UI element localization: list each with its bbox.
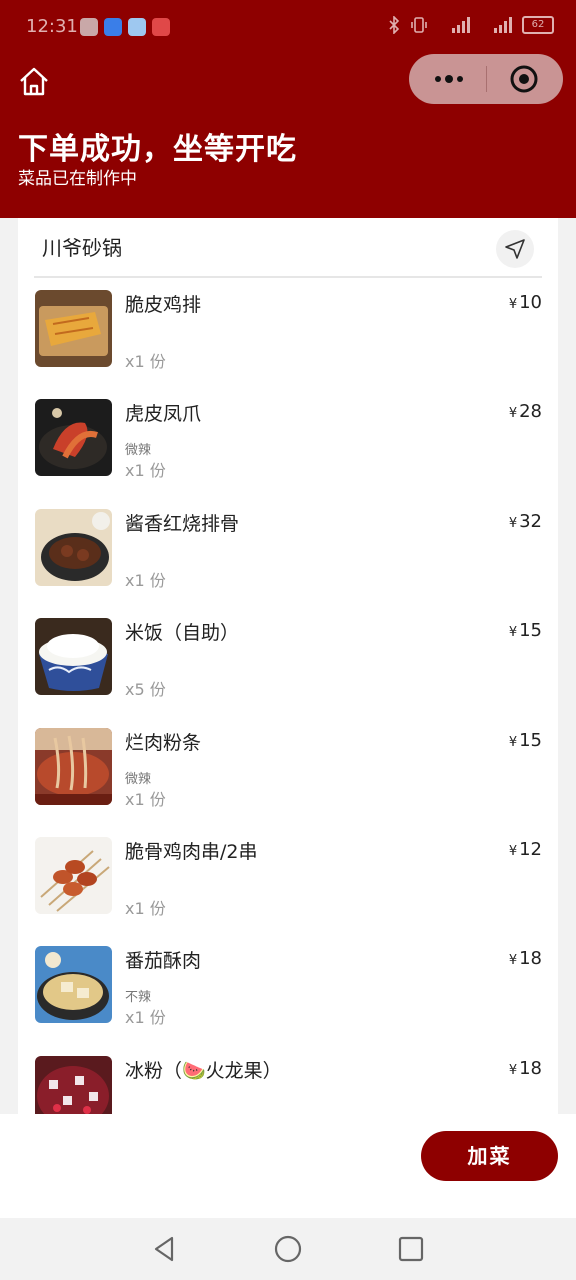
status-system-icons: 62 xyxy=(388,16,554,34)
dish-quantity: x1 份 xyxy=(125,1008,166,1028)
price-value: 10 xyxy=(519,292,542,313)
dish-price: ¥10 xyxy=(509,292,542,313)
dish-image xyxy=(35,618,112,696)
currency-symbol: ¥ xyxy=(508,843,518,859)
add-dish-button[interactable]: 加菜 xyxy=(421,1131,558,1181)
currency-symbol: ¥ xyxy=(508,953,518,969)
recent-apps-icon[interactable] xyxy=(396,1234,426,1264)
signal-icon xyxy=(452,17,470,33)
currency-symbol: ¥ xyxy=(508,625,518,641)
price-value: 15 xyxy=(519,729,542,751)
dish-image xyxy=(35,1055,112,1118)
navigate-button[interactable] xyxy=(496,230,534,268)
dish-spec: 不辣 xyxy=(125,990,152,1006)
currency-symbol: ¥ xyxy=(508,734,518,750)
home-icon xyxy=(20,67,48,96)
dish-name: 冰粉（🍉火龙果） xyxy=(125,1059,282,1082)
back-icon[interactable] xyxy=(150,1234,180,1264)
dish-image xyxy=(35,399,112,477)
dish-price: ¥32 xyxy=(509,511,542,532)
dish-price: ¥15 xyxy=(509,620,542,641)
dish-image xyxy=(35,508,112,586)
dish-price: ¥15 xyxy=(509,730,542,751)
price-value: 28 xyxy=(519,401,542,423)
dish-name: 番茄酥肉 xyxy=(125,950,202,973)
currency-symbol: ¥ xyxy=(508,297,518,312)
dish-quantity: x1 份 xyxy=(125,570,166,590)
dish-name: 脆骨鸡肉串/2串 xyxy=(125,840,258,863)
dish-image xyxy=(35,836,112,914)
dish-image xyxy=(35,290,112,367)
bluetooth-icon xyxy=(389,16,400,34)
notification-app-icon xyxy=(80,18,98,36)
list-item: 番茄酥肉 不辣 x1 份 ¥18 xyxy=(18,946,558,1055)
navigation-arrow-icon xyxy=(505,239,525,259)
dish-name: 米饭（自助） xyxy=(125,622,240,645)
list-item: 虎皮凤爪 微辣 x1 份 ¥28 xyxy=(18,399,558,508)
price-value: 32 xyxy=(519,510,542,532)
list-item: 烂肉粉条 微辣 x1 份 ¥15 xyxy=(18,727,558,837)
price-value: 12 xyxy=(519,838,542,860)
vibrate-icon xyxy=(411,17,427,33)
list-item: 脆骨鸡肉串/2串 x1 份 ¥12 xyxy=(18,836,558,946)
battery-icon: 62 xyxy=(522,16,554,34)
notification-app-icon xyxy=(104,18,122,36)
order-card: 川爷砂锅 脆皮鸡排 x1 份 ¥10 虎皮凤爪 微辣 x1 份 ¥ 28 酱香红… xyxy=(18,218,558,1118)
notification-app-icon xyxy=(152,18,170,36)
currency-symbol: ¥ xyxy=(508,1062,518,1078)
home-button[interactable] xyxy=(16,64,52,100)
currency-symbol: ¥ xyxy=(508,406,518,422)
dish-quantity: x1 份 xyxy=(125,352,166,371)
more-dots-icon xyxy=(435,75,463,83)
page-subtitle: 菜品已在制作中 xyxy=(18,169,137,189)
shop-row: 川爷砂锅 xyxy=(18,218,558,276)
price-value: 18 xyxy=(519,1057,542,1079)
list-item: 米饭（自助） x5 份 ¥15 xyxy=(18,618,558,727)
notification-app-icon xyxy=(128,18,146,36)
status-notification-icons xyxy=(80,18,170,36)
dish-image xyxy=(35,727,112,805)
dish-name: 虎皮凤爪 xyxy=(125,403,202,426)
divider xyxy=(34,276,542,278)
currency-symbol: ¥ xyxy=(508,515,518,531)
status-time: 12:31 xyxy=(26,16,78,37)
dish-quantity: x5 份 xyxy=(125,680,166,700)
dish-price: ¥18 xyxy=(509,1058,542,1079)
dish-quantity: x1 份 xyxy=(125,789,166,809)
bottom-action-bar: 加菜 xyxy=(0,1114,576,1218)
dish-price: ¥12 xyxy=(509,839,542,860)
shop-name: 川爷砂锅 xyxy=(42,236,122,260)
target-icon xyxy=(510,65,538,93)
dish-spec: 微辣 xyxy=(125,771,152,787)
dish-price: ¥28 xyxy=(509,401,542,422)
close-mini-program-button[interactable] xyxy=(509,64,539,94)
home-circle-icon[interactable] xyxy=(273,1234,303,1264)
page-title: 下单成功，坐等开吃 xyxy=(18,132,297,167)
dish-image xyxy=(35,946,112,1024)
price-value: 15 xyxy=(519,620,542,642)
dish-price: ¥18 xyxy=(509,948,542,969)
dish-name: 烂肉粉条 xyxy=(125,731,202,754)
list-item: 酱香红烧排骨 x1 份 ¥32 xyxy=(18,508,558,618)
dish-spec: 微辣 xyxy=(125,443,152,459)
mini-program-capsule xyxy=(409,54,563,104)
dish-name: 脆皮鸡排 xyxy=(125,294,202,316)
dish-quantity: x1 份 xyxy=(125,461,166,481)
list-item: 脆皮鸡排 x1 份 ¥10 xyxy=(18,290,558,399)
more-menu-button[interactable] xyxy=(429,64,469,94)
header-banner: 12:31 62 下单成功，坐等开吃 菜品已在制作中 xyxy=(0,0,576,218)
list-item: 冰粉（🍉火龙果） ¥18 xyxy=(18,1055,558,1118)
system-navigation-bar xyxy=(0,1218,576,1280)
dish-name: 酱香红烧排骨 xyxy=(125,512,240,535)
signal-icon xyxy=(494,17,512,33)
capsule-divider xyxy=(486,66,487,92)
dish-quantity: x1 份 xyxy=(125,898,166,918)
price-value: 18 xyxy=(519,948,542,970)
dish-list: 脆皮鸡排 x1 份 ¥10 虎皮凤爪 微辣 x1 份 ¥28 酱香红烧排骨 x1… xyxy=(18,290,558,1118)
status-bar: 12:31 62 xyxy=(0,0,576,56)
